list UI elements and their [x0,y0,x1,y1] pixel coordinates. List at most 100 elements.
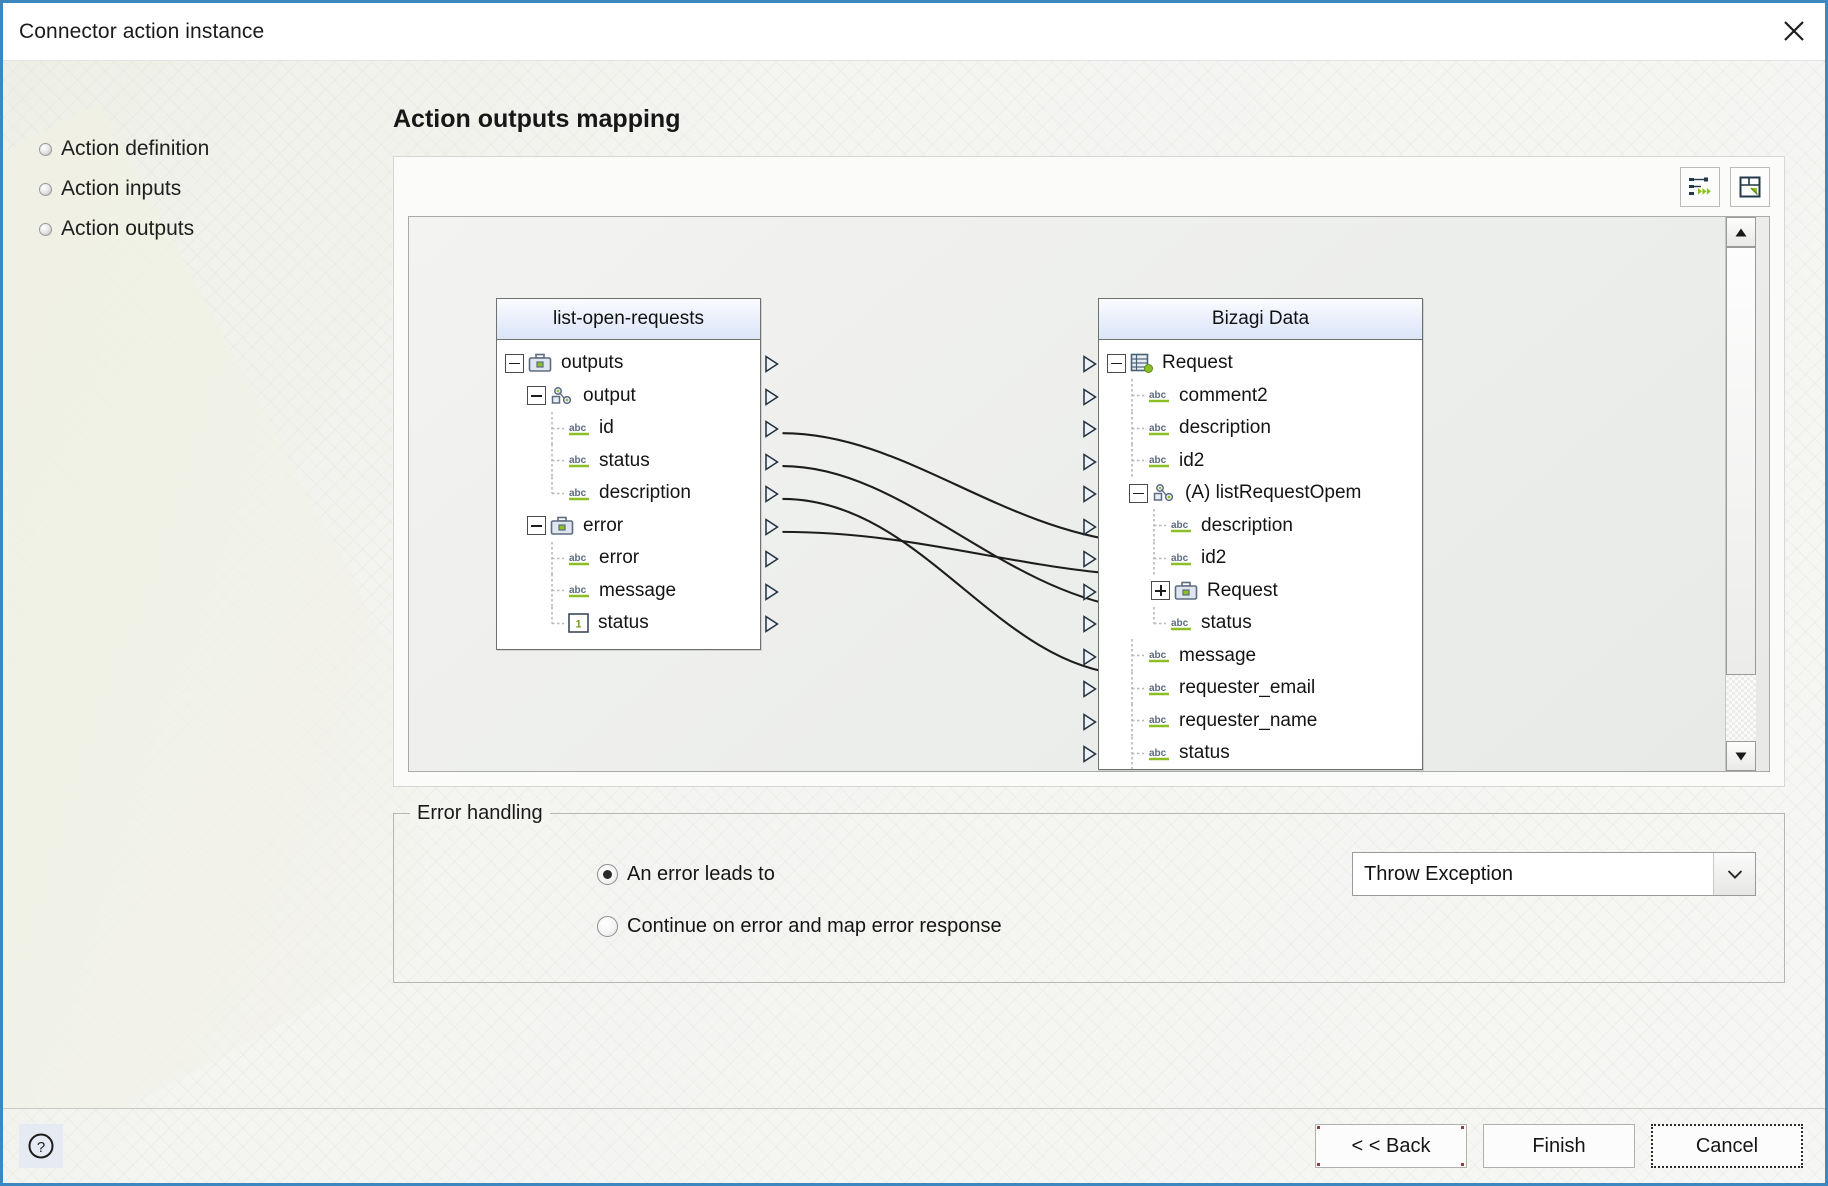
tree-branch-line [1129,444,1147,478]
mapping-port-arrow[interactable] [1082,582,1098,606]
mapping-port-arrow[interactable] [1082,550,1098,573]
tree-row[interactable]: 1 status [497,606,760,640]
tree-branch-line [1129,671,1147,705]
finish-button[interactable]: Finish [1483,1124,1635,1168]
tree-row-label: error [583,514,624,536]
collapse-icon[interactable] [527,386,546,406]
tree-row[interactable]: Request [1099,575,1422,608]
sidebar-item-action-inputs[interactable]: Action inputs [3,169,393,209]
svg-text:abc: abc [1171,618,1189,629]
mapping-port-arrow[interactable] [1082,420,1098,443]
auto-map-icon[interactable] [1680,166,1720,207]
tree-branch-line [1129,704,1147,738]
tree-row[interactable]: abc description [1099,509,1422,543]
abc-icon: abc [1148,745,1170,762]
tree-row[interactable]: output [497,380,760,413]
scrollbar-thumb[interactable] [1726,247,1756,675]
expand-icon[interactable] [1151,581,1170,601]
scroll-up-button[interactable] [1726,217,1756,247]
chevron-down-icon[interactable] [1713,853,1755,895]
radio-an-error-leads-to[interactable] [597,863,618,885]
tree-branch-line [549,606,567,640]
mapping-port-arrow[interactable] [1082,712,1098,736]
tree-row-label: description [599,482,691,504]
tree-row[interactable]: abc status [1099,606,1422,640]
mapping-port-arrow[interactable] [764,582,780,606]
page-title: Action outputs mapping [393,105,681,133]
back-button[interactable]: < < Back [1315,1124,1467,1168]
tree-row[interactable]: abc message [1099,639,1422,673]
mapping-port-arrow[interactable] [764,420,780,443]
tree-row[interactable]: abc requester_name [1099,704,1422,738]
tree-row[interactable]: abc id2 [1099,444,1422,478]
mapping-port-arrow[interactable] [1082,485,1098,508]
mapping-port-arrow[interactable] [1082,452,1098,476]
radio-label-continue-on-error[interactable]: Continue on error and map error response [627,915,1002,938]
error-handling-group: Error handling An error leads to Throw E… [393,802,1785,983]
mapping-port-arrow[interactable] [764,387,780,411]
tree-row-label: Request [1207,579,1278,601]
tree-row[interactable]: abc description [497,476,760,510]
radio-continue-on-error[interactable] [597,915,618,937]
mapping-port-arrow[interactable] [1082,680,1098,703]
help-icon[interactable]: ? [19,1124,63,1168]
mapping-port-arrow[interactable] [764,517,780,541]
bullet-icon [39,222,52,236]
collapse-icon[interactable] [1129,483,1148,503]
sidebar-item-action-definition[interactable]: Action definition [3,129,393,169]
source-tree-panel: list-open-requests outputs output abc id abc… [496,298,761,650]
collapse-icon[interactable] [505,353,524,373]
mapper-vertical-scrollbar[interactable] [1725,217,1756,771]
tree-branch-line [1129,379,1147,413]
tree-branch-line [1129,639,1147,673]
tree-row[interactable]: (A) listRequestOpem [1099,477,1422,510]
node-icon [550,386,574,406]
tree-row-label: status [598,612,649,634]
tree-row-label: message [1179,644,1257,666]
scroll-down-button[interactable] [1726,741,1756,771]
mapping-port-arrow[interactable] [1082,387,1098,411]
mapping-port-arrow[interactable] [764,452,780,476]
mapping-port-arrow[interactable] [1082,355,1098,378]
tree-row[interactable]: abc id2 [1099,541,1422,575]
tree-row[interactable]: outputs [497,347,760,380]
svg-text:1: 1 [575,619,581,631]
tree-row[interactable]: Request [1099,347,1422,380]
error-action-select[interactable]: Throw Exception [1352,852,1756,896]
mapping-port-arrow[interactable] [1082,745,1098,768]
cancel-button[interactable]: Cancel [1651,1124,1803,1168]
tree-row[interactable]: abc error [497,541,760,575]
abc-icon: abc [1148,680,1170,697]
tree-row[interactable]: abc description [1099,411,1422,445]
mapping-port-arrow[interactable] [764,615,780,638]
error-option-row-2: Continue on error and map error response [394,900,1784,952]
tree-row-label: message [599,579,677,601]
tree-row-label: description [1201,514,1293,536]
collapse-icon[interactable] [1107,353,1126,373]
sidebar-item-action-outputs[interactable]: Action outputs [3,209,393,249]
mapping-canvas[interactable]: list-open-requests outputs output abc id abc… [408,216,1770,772]
close-icon[interactable] [1763,3,1825,59]
error-handling-legend: Error handling [410,802,550,825]
tree-row[interactable]: abc requester_email [1099,671,1422,705]
scrollbar-track[interactable] [1726,247,1756,741]
mapping-port-arrow[interactable] [764,485,780,508]
tree-row[interactable]: abc status [497,444,760,478]
tree-row-label: status [599,449,650,471]
collapse-icon[interactable] [527,516,546,536]
tree-row[interactable]: abc message [497,574,760,608]
mapping-port-arrow[interactable] [764,550,780,573]
abc-icon: abc [1170,550,1192,567]
radio-label-an-error-leads-to[interactable]: An error leads to [627,863,775,886]
mapping-port-arrow[interactable] [1082,647,1098,671]
tree-row[interactable]: abc comment2 [1099,379,1422,413]
abc-icon: abc [1148,647,1170,664]
mapping-port-arrow[interactable] [1082,615,1098,638]
tree-row[interactable]: abc status [1099,736,1422,769]
mapping-port-arrow[interactable] [764,355,780,378]
tree-row-label: id [599,417,614,439]
tree-row[interactable]: error [497,510,760,543]
mapping-port-arrow[interactable] [1082,517,1098,541]
tree-row[interactable]: abc id [497,411,760,445]
expand-icon[interactable] [1730,166,1770,207]
